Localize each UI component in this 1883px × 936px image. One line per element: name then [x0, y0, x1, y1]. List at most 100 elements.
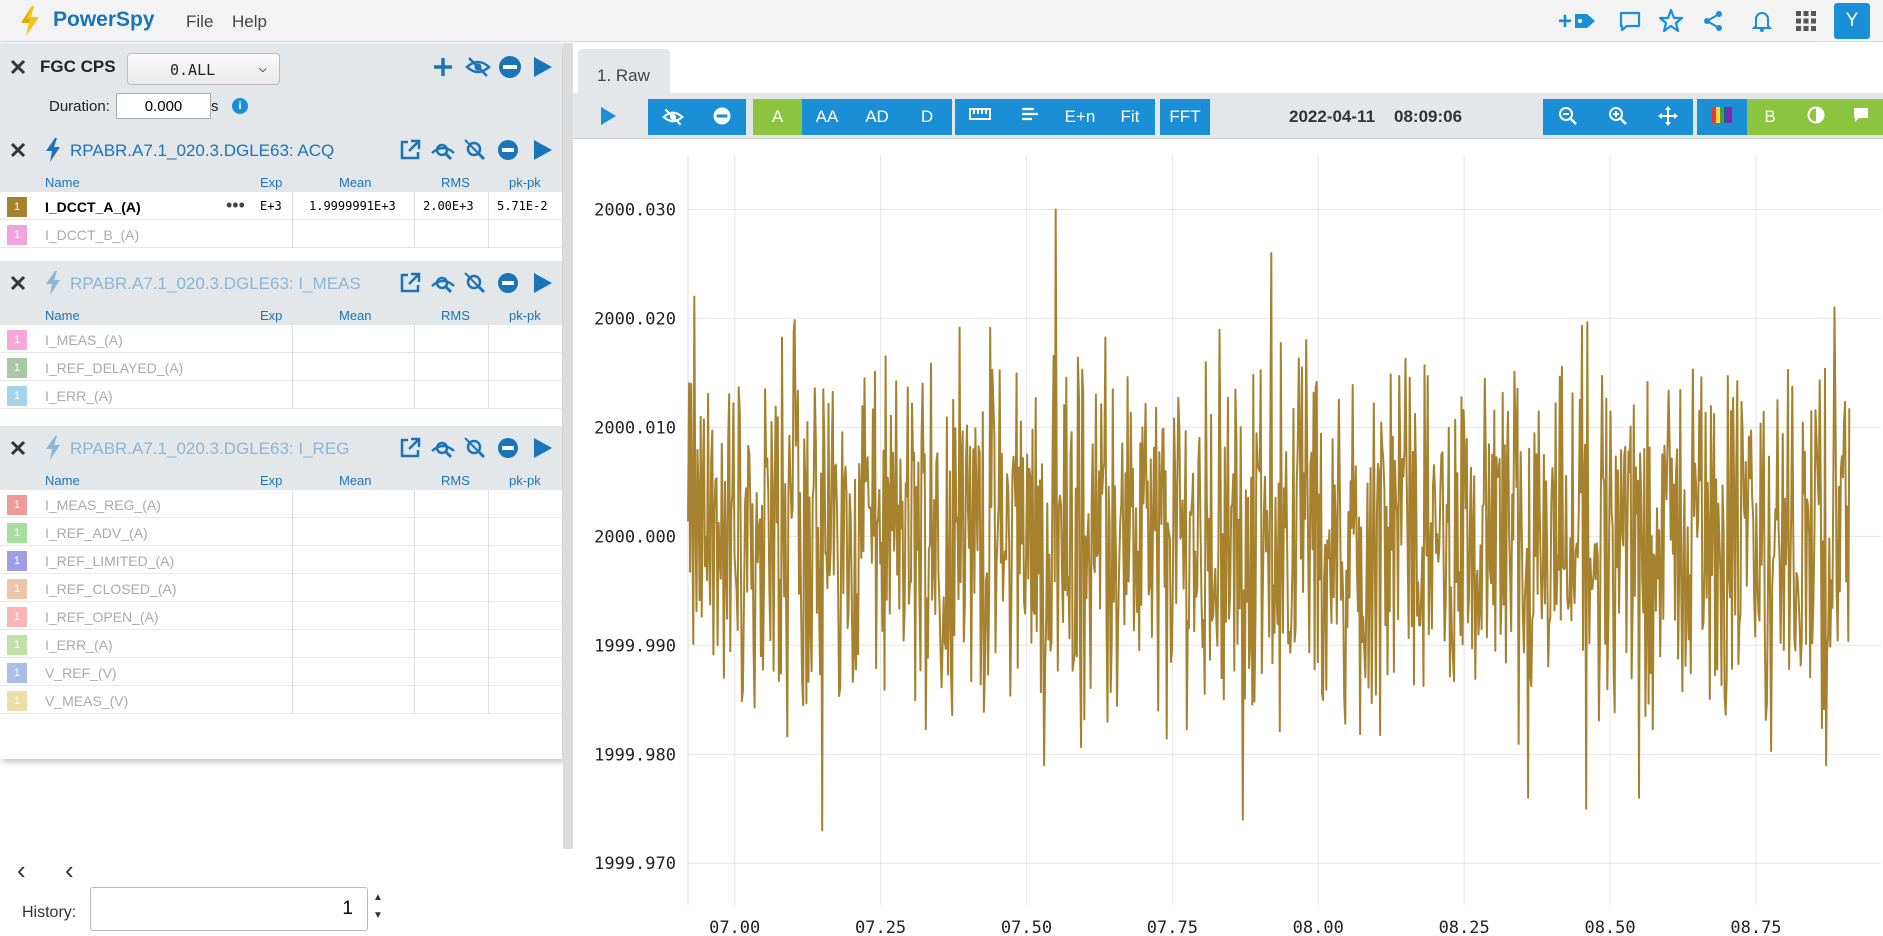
- cell-divider: [414, 490, 415, 518]
- user-avatar[interactable]: Y: [1834, 3, 1870, 39]
- panel-splitter[interactable]: [563, 43, 573, 849]
- mode-aa-button[interactable]: AA: [802, 99, 852, 135]
- line-chart[interactable]: 2000.030 2000.020 2000.010 2000.000 1999.990…: [573, 140, 1883, 936]
- comment-icon[interactable]: [1616, 7, 1644, 35]
- fft-button[interactable]: FFT: [1160, 99, 1210, 135]
- signal-color-swatch[interactable]: 1: [7, 386, 27, 406]
- inspect-icon[interactable]: [430, 435, 458, 463]
- zoom-in-icon[interactable]: [1593, 99, 1643, 135]
- signal-row[interactable]: 1 I_REF_ADV_(A): [0, 518, 562, 546]
- signal-color-swatch[interactable]: 1: [7, 358, 27, 378]
- star-icon[interactable]: [1657, 7, 1685, 35]
- fit-button[interactable]: Fit: [1105, 99, 1155, 135]
- hide-all-icon[interactable]: [465, 54, 493, 82]
- signal-color-swatch[interactable]: 1: [7, 691, 27, 711]
- play-icon[interactable]: [529, 270, 557, 298]
- search-off-icon[interactable]: [462, 137, 490, 165]
- color-palette-icon[interactable]: [1697, 99, 1747, 135]
- comment-icon[interactable]: [1839, 99, 1883, 135]
- signal-row[interactable]: 1 I_ERR_(A): [0, 381, 562, 409]
- close-group-icon[interactable]: [9, 274, 27, 292]
- signal-row[interactable]: 1 I_REF_CLOSED_(A): [0, 574, 562, 602]
- apps-grid-icon[interactable]: [1792, 7, 1820, 35]
- more-options-icon[interactable]: •••: [226, 195, 245, 216]
- signal-row[interactable]: 1 I_REF_LIMITED_(A): [0, 546, 562, 574]
- signal-color-swatch[interactable]: 1: [7, 495, 27, 515]
- history-input[interactable]: [90, 887, 368, 931]
- signal-row[interactable]: 1 I_MEAS_(A): [0, 325, 562, 353]
- info-icon[interactable]: i: [232, 98, 248, 114]
- play-icon[interactable]: [529, 137, 557, 165]
- remove-icon[interactable]: [495, 435, 523, 463]
- collapse-panel-icon[interactable]: ‹: [17, 855, 26, 886]
- signal-color-swatch[interactable]: 1: [7, 551, 27, 571]
- hide-icon[interactable]: [648, 99, 697, 135]
- signal-color-swatch[interactable]: 1: [7, 579, 27, 599]
- signal-row[interactable]: 1 I_ERR_(A): [0, 630, 562, 658]
- bold-button[interactable]: B: [1747, 99, 1793, 135]
- inspect-icon[interactable]: [430, 270, 458, 298]
- open-external-icon[interactable]: [397, 137, 425, 165]
- exponent-button[interactable]: E+n: [1055, 99, 1105, 135]
- previous-icon[interactable]: ‹: [65, 855, 74, 886]
- open-external-icon[interactable]: [397, 270, 425, 298]
- search-off-icon[interactable]: [462, 270, 490, 298]
- group-header: RPABR.A7.1_020.3.DGLE63: I_MEAS: [0, 261, 562, 305]
- search-off-icon[interactable]: [462, 435, 490, 463]
- signal-row[interactable]: 1 I_REF_OPEN_(A): [0, 602, 562, 630]
- cell-divider: [292, 381, 293, 409]
- signal-color-swatch[interactable]: 1: [7, 635, 27, 655]
- signal-color-swatch[interactable]: 1: [7, 225, 27, 245]
- mode-d-button[interactable]: D: [902, 99, 952, 135]
- remove-icon[interactable]: [497, 54, 525, 82]
- mode-ad-button[interactable]: AD: [852, 99, 902, 135]
- open-external-icon[interactable]: [397, 435, 425, 463]
- history-stepper[interactable]: ▲ ▼: [373, 889, 383, 925]
- cell-divider: [414, 192, 415, 220]
- signal-exp: E+3: [260, 199, 282, 213]
- lightning-icon: [46, 271, 60, 295]
- history-label: History:: [22, 904, 77, 921]
- tab-raw[interactable]: 1. Raw: [578, 49, 670, 93]
- bell-icon[interactable]: [1748, 7, 1776, 35]
- share-icon[interactable]: [1699, 7, 1727, 35]
- remove-icon[interactable]: [697, 99, 746, 135]
- menu-file[interactable]: File: [186, 12, 213, 32]
- signal-row[interactable]: 1 I_MEAS_REG_(A): [0, 490, 562, 518]
- ruler-icon[interactable]: [955, 99, 1005, 135]
- close-cps-icon[interactable]: [9, 58, 27, 76]
- group-title: RPABR.A7.1_020.3.DGLE63: I_REG: [70, 439, 350, 458]
- close-group-icon[interactable]: [9, 439, 27, 457]
- play-icon[interactable]: [593, 99, 623, 135]
- mode-a-button[interactable]: A: [753, 99, 802, 135]
- contrast-icon[interactable]: [1793, 99, 1839, 135]
- align-left-icon[interactable]: [1005, 99, 1055, 135]
- remove-icon[interactable]: [495, 270, 523, 298]
- signal-color-swatch[interactable]: 1: [7, 523, 27, 543]
- play-icon[interactable]: [529, 54, 557, 82]
- plot-area[interactable]: 2000.030 2000.020 2000.010 2000.000 1999.990…: [573, 140, 1883, 936]
- cell-divider: [488, 381, 489, 409]
- signal-color-swatch[interactable]: 1: [7, 197, 27, 217]
- signal-color-swatch[interactable]: 1: [7, 663, 27, 683]
- menu-help[interactable]: Help: [232, 12, 267, 32]
- inspect-icon[interactable]: [430, 137, 458, 165]
- pan-icon[interactable]: [1643, 99, 1693, 135]
- duration-input[interactable]: [116, 93, 211, 119]
- signal-row[interactable]: 1 I_DCCT_A_(A) ••• E+3 1.9999991E+3 2.00E+3 5.…: [0, 192, 562, 220]
- signal-row[interactable]: 1 V_REF_(V): [0, 658, 562, 686]
- close-group-icon[interactable]: [9, 141, 27, 159]
- signal-row[interactable]: 1 I_REF_DELAYED_(A): [0, 353, 562, 381]
- signal-row[interactable]: 1 V_MEAS_(V): [0, 686, 562, 714]
- play-icon[interactable]: [529, 435, 557, 463]
- signal-color-swatch[interactable]: 1: [7, 330, 27, 350]
- lightning-icon: [46, 436, 60, 460]
- remove-icon[interactable]: [495, 137, 523, 165]
- add-icon[interactable]: [430, 54, 458, 82]
- add-tag-icon[interactable]: +: [1558, 7, 1600, 35]
- zoom-out-icon[interactable]: [1543, 99, 1593, 135]
- signal-row[interactable]: 1 I_DCCT_B_(A): [0, 220, 562, 248]
- cps-selector[interactable]: 0.ALL ⌵: [127, 53, 280, 85]
- cell-divider: [488, 325, 489, 353]
- signal-color-swatch[interactable]: 1: [7, 607, 27, 627]
